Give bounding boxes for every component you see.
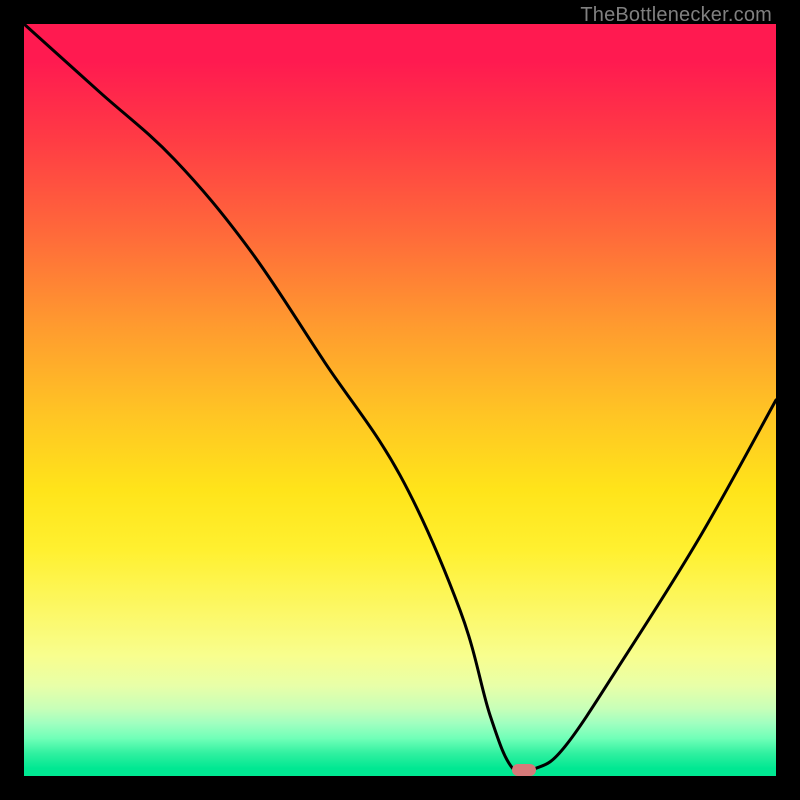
watermark-text: TheBottlenecker.com <box>580 4 772 27</box>
optimal-point-marker <box>512 764 536 776</box>
plot-area <box>24 24 776 776</box>
bottleneck-curve <box>24 24 776 776</box>
